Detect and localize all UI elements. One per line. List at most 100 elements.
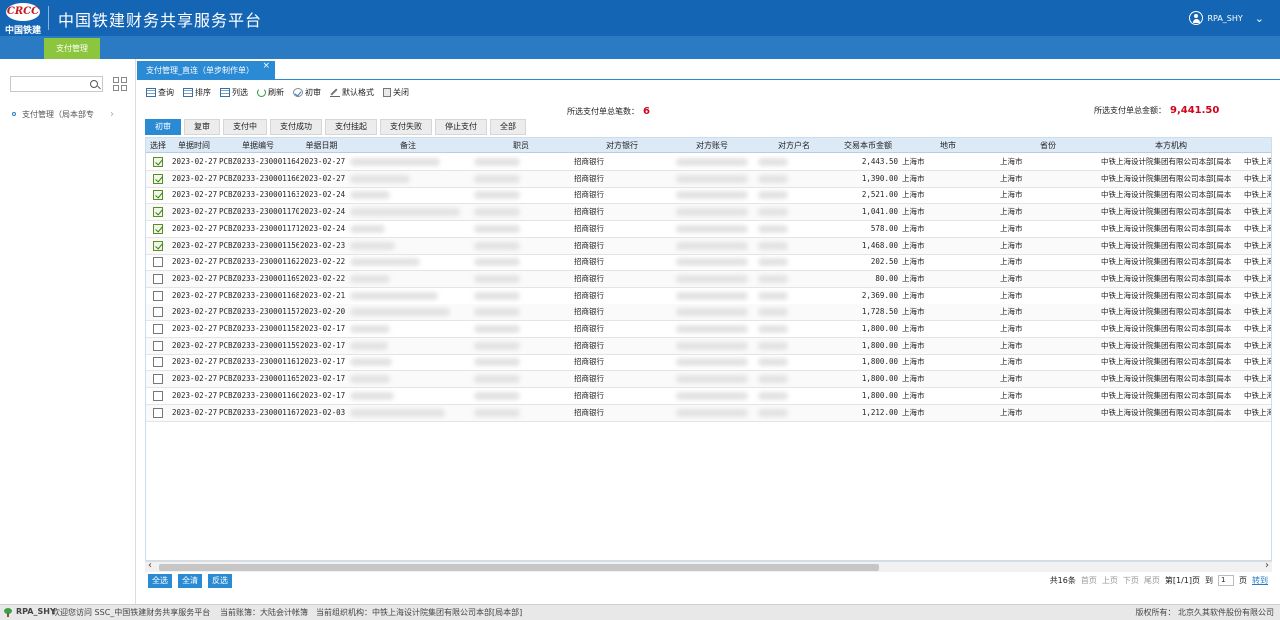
scroll-right-icon[interactable]: › bbox=[1265, 560, 1269, 571]
tab-all[interactable]: 全部 bbox=[490, 119, 526, 135]
table-row[interactable]: 2023-02-27 PCBZ0233-230001171 2023-02-24 招商… bbox=[146, 221, 1272, 238]
col-peer-name[interactable]: 对方户名 bbox=[754, 138, 834, 153]
prev-page-link[interactable]: 上页 bbox=[1102, 575, 1118, 586]
sidebar-item-payment[interactable]: 支付管理（局本部专 › bbox=[12, 107, 130, 121]
scroll-thumb[interactable] bbox=[159, 564, 879, 571]
table-row[interactable]: 2023-02-27 PCBZ0233-230001157 2023-02-20 招商… bbox=[146, 304, 1271, 322]
table-row[interactable]: 2023-02-27 PCBZ0233-230001161 2023-02-17 招商… bbox=[146, 354, 1271, 372]
table-row[interactable]: 2023-02-27 PCBZ0233-230001159 2023-02-17 招商… bbox=[146, 337, 1271, 355]
row-checkbox[interactable] bbox=[153, 407, 163, 418]
row-checkbox[interactable] bbox=[153, 223, 163, 234]
nav-tab-payment[interactable]: 支付管理 bbox=[44, 38, 100, 59]
horizontal-scrollbar[interactable]: ‹ › bbox=[145, 560, 1272, 572]
next-page-link[interactable]: 下页 bbox=[1123, 575, 1139, 586]
refresh-button[interactable]: 刷新 bbox=[257, 87, 284, 98]
sidebar-search-input[interactable] bbox=[10, 76, 103, 92]
row-checkbox[interactable] bbox=[153, 257, 163, 268]
cell-org-extra: 中铁上海 bbox=[1244, 223, 1272, 233]
cell-doc-time: 2023-02-27 bbox=[172, 240, 218, 250]
scroll-left-icon[interactable]: ‹ bbox=[148, 560, 152, 571]
row-checkbox[interactable] bbox=[153, 324, 163, 334]
col-peer-bank[interactable]: 对方银行 bbox=[572, 138, 672, 153]
select-all-button[interactable]: 全选 bbox=[148, 574, 172, 588]
redacted-staff bbox=[474, 391, 520, 400]
table-row[interactable]: 2023-02-27 PCBZ0233-230001170 2023-02-24 招商… bbox=[146, 204, 1271, 222]
col-remark[interactable]: 备注 bbox=[346, 138, 470, 153]
logo: CRCC 中国铁建 bbox=[0, 0, 46, 36]
redacted-staff bbox=[474, 274, 520, 283]
tab-paid[interactable]: 支付成功 bbox=[270, 119, 322, 135]
redacted-remark bbox=[350, 408, 445, 417]
redacted-remark bbox=[350, 241, 395, 250]
col-doc-no[interactable]: 单据编号 bbox=[218, 138, 298, 153]
table-row[interactable]: 2023-02-27 PCBZ0233-230001169 2023-02-22 招商… bbox=[146, 270, 1271, 288]
row-checkbox[interactable] bbox=[153, 307, 163, 318]
col-select[interactable]: 选择 bbox=[146, 138, 170, 153]
row-checkbox[interactable] bbox=[153, 273, 163, 284]
grid-view-icon[interactable] bbox=[113, 77, 127, 91]
row-checkbox[interactable] bbox=[153, 157, 163, 167]
col-org[interactable]: 本方机构 bbox=[1100, 138, 1242, 153]
row-checkbox[interactable] bbox=[153, 357, 163, 368]
row-checkbox[interactable] bbox=[153, 240, 163, 251]
col-city[interactable]: 地市 bbox=[900, 138, 996, 153]
goto-page-link[interactable]: 转到 bbox=[1252, 575, 1268, 586]
col-amount[interactable]: 交易本币金额 bbox=[836, 138, 900, 153]
row-checkbox[interactable] bbox=[153, 374, 163, 385]
table-row[interactable]: 2023-02-27 PCBZ0233-230001165 2023-02-17 招商… bbox=[146, 371, 1271, 389]
close-icon[interactable]: × bbox=[262, 57, 270, 76]
last-page-link[interactable]: 尾页 bbox=[1144, 575, 1160, 586]
redacted-remark bbox=[350, 224, 385, 233]
table-row[interactable]: 2023-02-27 PCBZ0233-230001156 2023-02-23 招商… bbox=[146, 237, 1271, 255]
tab-stopped[interactable]: 停止支付 bbox=[435, 119, 487, 135]
selected-amount-value: 9,441.50 bbox=[1170, 105, 1220, 116]
search-icon[interactable] bbox=[90, 80, 98, 88]
table-row[interactable]: 2023-02-27 PCBZ0233-230001167 2023-02-03 招商… bbox=[146, 404, 1271, 422]
table-row[interactable]: 2023-02-27 PCBZ0233-230001163 2023-02-24 招商… bbox=[146, 187, 1271, 205]
cell-org: 中铁上海设计院集团有限公司本部[局本 bbox=[1101, 290, 1232, 300]
table-row[interactable]: 2023-02-27 PCBZ0233-230001168 2023-02-21 招商… bbox=[146, 288, 1271, 305]
first-review-button[interactable]: 初审 bbox=[293, 87, 321, 98]
row-checkbox[interactable] bbox=[153, 207, 163, 218]
table-row[interactable]: 2023-02-27 PCBZ0233-230001158 2023-02-17 招商… bbox=[146, 321, 1271, 338]
col-province[interactable]: 省份 bbox=[998, 138, 1098, 153]
row-checkbox[interactable] bbox=[153, 390, 163, 401]
table-row[interactable]: 2023-02-27 PCBZ0233-230001164 2023-02-27 招商… bbox=[146, 154, 1271, 171]
clear-all-button[interactable]: 全清 bbox=[178, 574, 202, 588]
row-checkbox[interactable] bbox=[153, 290, 163, 301]
invert-selection-button[interactable]: 反选 bbox=[208, 574, 232, 588]
table-row[interactable]: 2023-02-27 PCBZ0233-230001160 2023-02-17 招商… bbox=[146, 388, 1271, 405]
status-ledger: 当前账簿：大陆会计帐簿 bbox=[220, 608, 308, 617]
redacted-remark bbox=[350, 208, 460, 217]
first-page-link[interactable]: 首页 bbox=[1081, 575, 1097, 586]
tab-suspended[interactable]: 支付挂起 bbox=[325, 119, 377, 135]
page-number-input[interactable]: 1 bbox=[1218, 575, 1234, 586]
col-doc-date[interactable]: 单据日期 bbox=[299, 138, 344, 153]
cell-doc-date: 2023-02-03 bbox=[300, 407, 346, 417]
user-menu[interactable]: RPA_SHY ⌄ bbox=[1189, 10, 1264, 26]
cell-doc-time: 2023-02-27 bbox=[172, 157, 218, 166]
cell-doc-no: PCBZ0233-230001159 bbox=[219, 340, 299, 350]
tab-paying[interactable]: 支付中 bbox=[223, 119, 267, 135]
tab-second-review[interactable]: 复审 bbox=[184, 119, 220, 135]
redacted-staff bbox=[474, 291, 520, 300]
tab-payment-direct[interactable]: 支付管理_直连（单步制作单） × bbox=[137, 61, 275, 80]
table-row[interactable]: 2023-02-27 PCBZ0233-230001166 2023-02-27 招商… bbox=[146, 170, 1271, 188]
default-format-button[interactable]: 默认格式 bbox=[330, 87, 374, 98]
row-checkbox[interactable] bbox=[153, 190, 163, 201]
cell-province: 上海市 bbox=[1000, 357, 1023, 367]
query-button[interactable]: 查询 bbox=[146, 87, 174, 98]
row-checkbox[interactable] bbox=[153, 173, 163, 184]
sort-button[interactable]: 排序 bbox=[183, 87, 211, 98]
column-select-button[interactable]: 列选 bbox=[220, 87, 248, 98]
close-button[interactable]: 关闭 bbox=[383, 87, 409, 98]
tab-failed[interactable]: 支付失败 bbox=[380, 119, 432, 135]
chevron-down-icon: ⌄ bbox=[1254, 11, 1264, 25]
col-doc-time[interactable]: 单据时间 bbox=[172, 138, 216, 153]
table-row[interactable]: 2023-02-27 PCBZ0233-230001162 2023-02-22 招商… bbox=[146, 254, 1271, 272]
col-staff[interactable]: 职员 bbox=[472, 138, 570, 153]
cell-province: 上海市 bbox=[1000, 374, 1023, 384]
col-peer-account[interactable]: 对方账号 bbox=[672, 138, 752, 153]
row-checkbox[interactable] bbox=[153, 340, 163, 351]
tab-first-review[interactable]: 初审 bbox=[145, 119, 181, 135]
